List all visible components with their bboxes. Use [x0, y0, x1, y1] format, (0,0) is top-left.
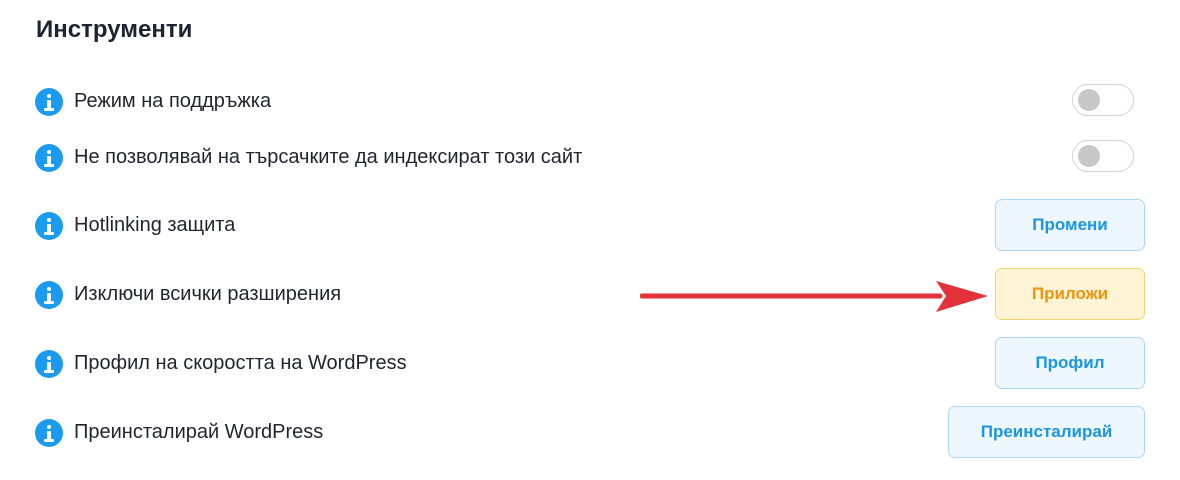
setting-label: Профил на скоростта на WordPress — [74, 352, 407, 374]
info-icon[interactable] — [35, 281, 63, 309]
toggle-knob — [1078, 145, 1100, 167]
setting-row-noindex: Не позволявай на търсачките да индексира… — [0, 138, 1180, 178]
red-arrow — [640, 281, 988, 312]
setting-row-maintenance-mode: Режим на поддръжка — [0, 82, 1180, 122]
setting-label: Преинсталирай WordPress — [74, 421, 324, 443]
info-icon[interactable] — [35, 419, 63, 447]
setting-row-reinstall: Преинсталирай WordPress Преинсталирай — [0, 406, 1180, 458]
section-title: Инструменти — [36, 16, 193, 43]
setting-label: Не позволявай на търсачките да индексира… — [74, 146, 583, 168]
toggle-knob — [1078, 89, 1100, 111]
info-icon[interactable] — [35, 212, 63, 240]
disable-plugins-apply-button[interactable]: Приложи — [995, 268, 1145, 320]
speed-profile-button[interactable]: Профил — [995, 337, 1145, 389]
setting-row-hotlinking: Hotlinking защита Промени — [0, 199, 1180, 251]
setting-label: Режим на поддръжка — [74, 90, 272, 112]
info-icon[interactable] — [35, 88, 63, 116]
hotlinking-change-button[interactable]: Промени — [995, 199, 1145, 251]
info-icon[interactable] — [35, 144, 63, 172]
setting-row-speed-profile: Профил на скоростта на WordPress Профил — [0, 337, 1180, 389]
noindex-toggle[interactable] — [1072, 140, 1134, 172]
info-icon[interactable] — [35, 350, 63, 378]
setting-label: Hotlinking защита — [74, 214, 236, 236]
setting-label: Изключи всички разширения — [74, 283, 342, 305]
maintenance-mode-toggle[interactable] — [1072, 84, 1134, 116]
reinstall-wordpress-button[interactable]: Преинсталирай — [948, 406, 1145, 458]
setting-row-disable-plugins: Изключи всички разширения Приложи — [0, 268, 1180, 320]
